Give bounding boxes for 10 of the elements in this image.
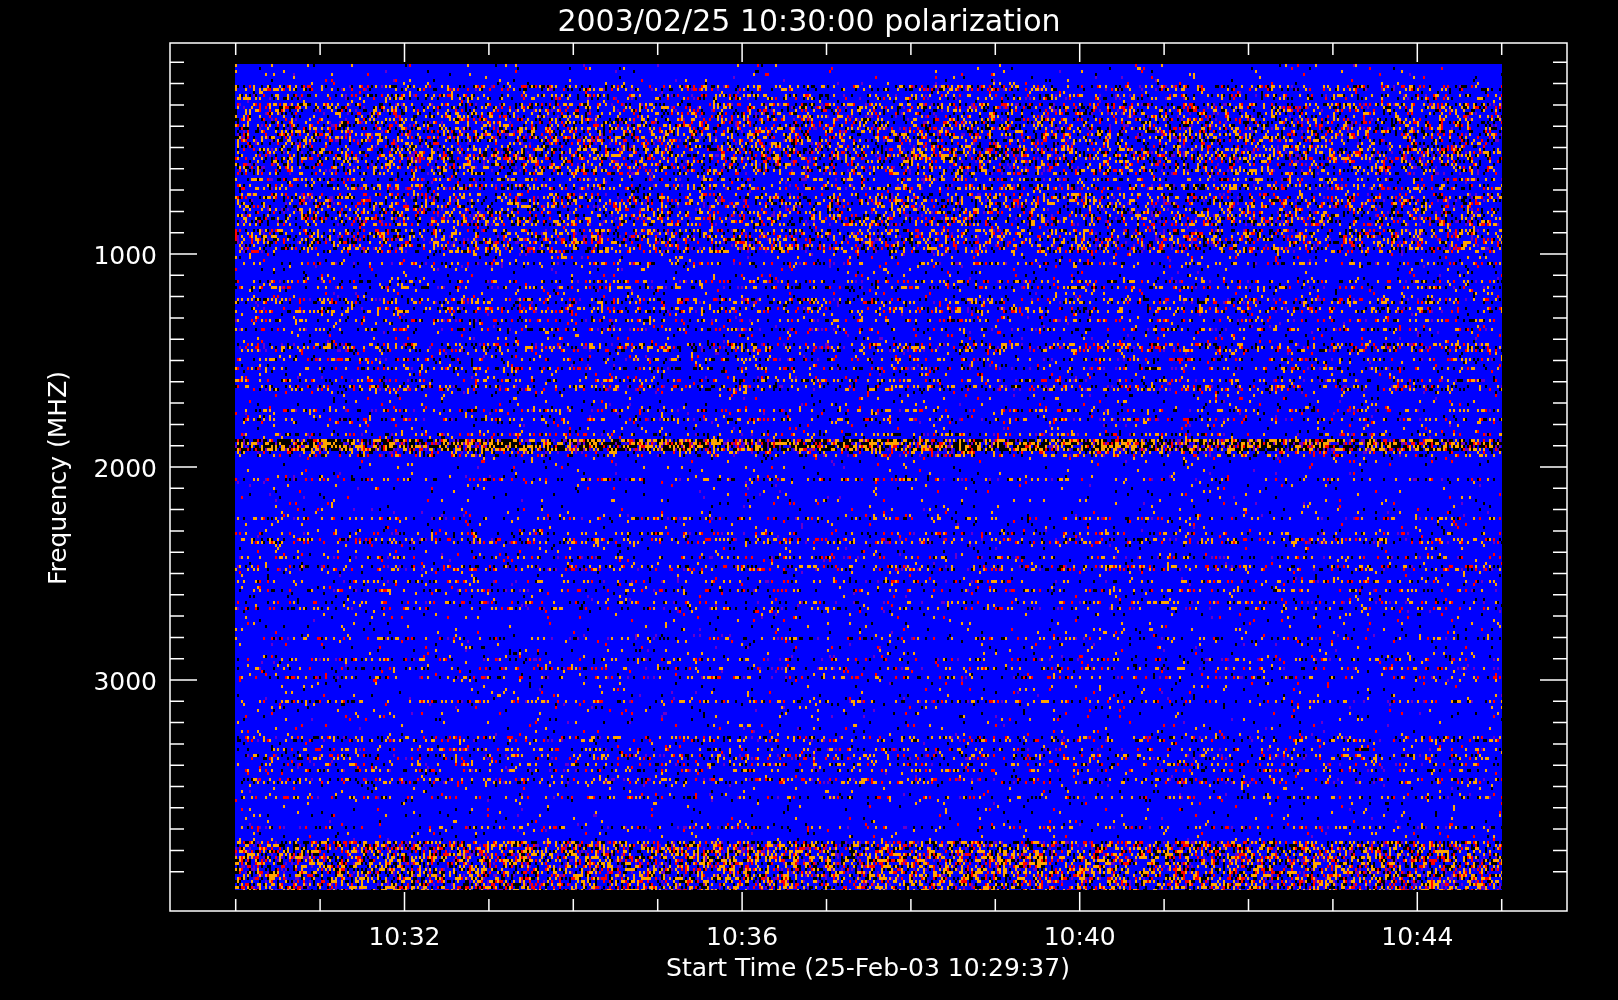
x-tick-label: 10:44: [1381, 922, 1454, 951]
x-tick-label: 10:36: [706, 922, 779, 951]
x-axis-label: Start Time (25-Feb-03 10:29:37): [666, 953, 1070, 982]
y-tick-label: 3000: [93, 667, 157, 696]
chart-title: 2003/02/25 10:30:00 polarization: [557, 3, 1061, 38]
x-tick-label: 10:32: [368, 922, 441, 951]
y-tick-label: 1000: [93, 241, 157, 270]
y-tick-label: 2000: [93, 454, 157, 483]
y-axis-label: Frequency (MHZ): [43, 370, 72, 586]
x-tick-label: 10:40: [1043, 922, 1116, 951]
